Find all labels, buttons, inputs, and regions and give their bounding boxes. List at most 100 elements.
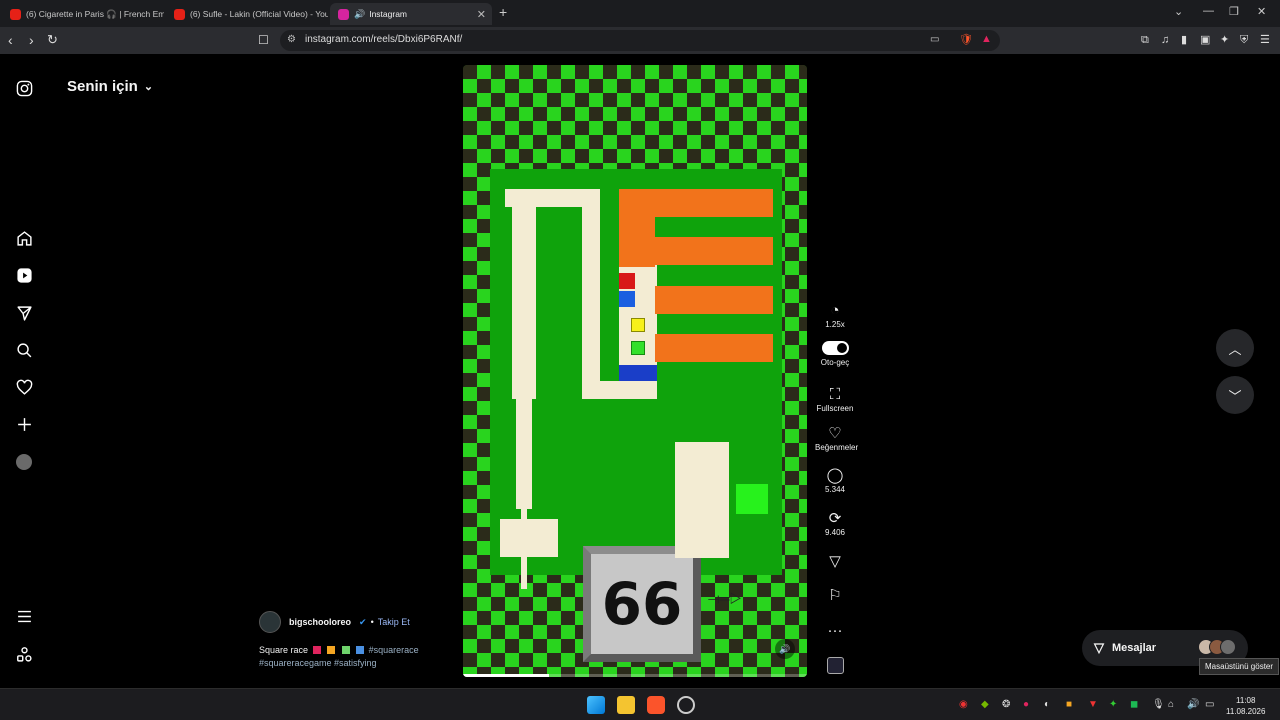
- youtube-icon: [10, 8, 21, 20]
- likes-label: Beğenmeler: [815, 443, 859, 452]
- url-field[interactable]: ⚙ instagram.com/reels/Dbxi6P6RANf/ ▭ 🛡 ▲: [280, 30, 1000, 51]
- cast-icon[interactable]: ▭: [930, 34, 939, 45]
- comment-button[interactable]: ◯ 5.344: [815, 467, 855, 494]
- follow-button[interactable]: Takip Et: [378, 617, 410, 627]
- next-reel-button[interactable]: ﹀: [1216, 376, 1254, 414]
- tab-title: Instagram: [369, 9, 408, 19]
- clock-date: 11.08.2026: [1226, 707, 1266, 716]
- network-icon[interactable]: ⌂: [1168, 699, 1174, 711]
- volume-icon[interactable]: 🔊: [1187, 699, 1199, 711]
- direct-messages-icon[interactable]: [14, 303, 34, 323]
- music-icon[interactable]: ♫: [1161, 33, 1169, 47]
- more-menu-icon[interactable]: [14, 606, 34, 626]
- close-window-icon[interactable]: ✕: [1257, 5, 1266, 18]
- bookmark-icon[interactable]: ☐: [258, 32, 269, 48]
- blue-finish-bar: [619, 365, 657, 381]
- create-plus-icon[interactable]: [14, 414, 34, 434]
- tray-app-icon[interactable]: ▼: [1088, 699, 1098, 711]
- tab-sufle-lakin[interactable]: (6) Sufle - Lakin (Official Video) - You: [166, 3, 328, 25]
- feed-selector[interactable]: Senin için ⌄: [67, 78, 153, 95]
- tray-app-icon[interactable]: ●: [1023, 699, 1029, 711]
- brave-rewards-icon[interactable]: ▲: [981, 33, 992, 45]
- post-caption: Square race #squarerace #squareracegame …: [259, 644, 459, 670]
- fullscreen-label: Fullscreen: [816, 404, 854, 413]
- tray-app-icon[interactable]: ◉: [959, 699, 968, 711]
- instagram-logo-icon[interactable]: [14, 78, 34, 98]
- maximize-icon[interactable]: ❐: [1229, 5, 1239, 18]
- orange-square-emoji: [327, 646, 336, 654]
- author-avatar[interactable]: [259, 611, 281, 633]
- brave-browser-icon[interactable]: [647, 696, 665, 714]
- forward-icon[interactable]: ›: [29, 32, 34, 48]
- battery-icon[interactable]: ▭: [1205, 699, 1214, 711]
- fullscreen-button[interactable]: ⛶ Fullscreen: [815, 386, 855, 413]
- previous-reel-button[interactable]: ︿: [1216, 329, 1254, 367]
- minimize-icon[interactable]: —: [1203, 5, 1214, 17]
- yellow-square: [631, 318, 645, 332]
- site-info-icon[interactable]: ⚙: [287, 34, 296, 45]
- vpn-icon[interactable]: ⛨: [1240, 33, 1248, 47]
- notifications-heart-icon[interactable]: [14, 377, 34, 397]
- hashtag-link[interactable]: #squarerace: [369, 645, 419, 655]
- file-explorer-icon[interactable]: [617, 696, 635, 714]
- search-icon[interactable]: [14, 340, 34, 360]
- autoplay-toggle[interactable]: Oto-geç: [815, 341, 855, 367]
- video-progress-fill: [463, 674, 549, 677]
- microphone-icon[interactable]: 🎙: [1152, 699, 1165, 711]
- sidebar-toggle-icon[interactable]: ▮: [1181, 33, 1187, 47]
- tab-list-chevron-icon[interactable]: ⌄: [1174, 5, 1183, 18]
- reel-video[interactable]: 66 ⟞═▷ 🔊: [463, 65, 807, 677]
- hashtag-links[interactable]: #squareracegame #satisfying: [259, 658, 377, 668]
- reels-icon[interactable]: [14, 265, 34, 285]
- home-icon[interactable]: [14, 228, 34, 248]
- audio-thumbnail-image: [826, 657, 844, 674]
- profile-avatar[interactable]: [14, 452, 34, 472]
- like-button[interactable]: ♡ Beğenmeler: [815, 425, 859, 452]
- instagram-page: Senin için ⌄ 66 ⟞═▷ 🔊 ◔ 1.25x Oto-geç ⛶ …: [0, 54, 1280, 688]
- audio-thumbnail[interactable]: [815, 657, 855, 674]
- video-progress-bar[interactable]: [463, 674, 807, 677]
- tray-app-icon[interactable]: ◐: [1044, 699, 1050, 711]
- save-button[interactable]: ⚐: [815, 587, 855, 605]
- bright-green-square: [736, 484, 768, 514]
- tray-app-icon[interactable]: ■: [1066, 699, 1072, 711]
- track-segment: [582, 189, 600, 399]
- author-name[interactable]: bigschooloreo: [289, 617, 351, 627]
- more-options-button[interactable]: ···: [815, 622, 855, 640]
- wallet-icon[interactable]: ▣: [1200, 33, 1210, 47]
- volume-icon[interactable]: 🔊: [775, 639, 795, 659]
- tab-bar: (6) Cigarette in Paris 🎧 | French Emi (6…: [0, 0, 1280, 27]
- send-icon: ▽: [1094, 640, 1104, 655]
- share-button[interactable]: ▽: [815, 553, 855, 571]
- reload-icon[interactable]: ↻: [47, 32, 58, 48]
- speaker-icon: 🔊: [354, 8, 366, 19]
- playback-speed-button[interactable]: ◔ 1.25x: [815, 302, 855, 329]
- windows-start-icon[interactable]: [587, 696, 605, 714]
- verified-badge-icon: ✔: [359, 616, 367, 627]
- show-desktop-tooltip: Masaüstünü göster: [1199, 658, 1280, 675]
- system-clock[interactable]: 11:08 11.08.2026: [1226, 695, 1265, 717]
- caption-title: Square race: [259, 645, 309, 655]
- new-tab-button[interactable]: +: [499, 4, 507, 20]
- tab-instagram[interactable]: 🔊 Instagram ✕: [330, 3, 492, 25]
- brave-shield-icon[interactable]: 🛡: [959, 33, 973, 46]
- toggle-switch: [821, 341, 849, 355]
- tab-cigarette-in-paris[interactable]: (6) Cigarette in Paris 🎧 | French Emi: [2, 3, 164, 25]
- orange-bar: [655, 237, 773, 265]
- speedometer-icon: ◔: [830, 302, 840, 319]
- extensions-icon[interactable]: ⧉: [1141, 33, 1149, 47]
- back-icon[interactable]: ‹: [8, 32, 13, 48]
- also-from-meta-icon[interactable]: [14, 644, 34, 664]
- repost-button[interactable]: ⟳ 9.406: [815, 510, 855, 537]
- close-tab-icon[interactable]: ✕: [477, 8, 486, 21]
- leo-ai-icon[interactable]: ✦: [1220, 33, 1229, 47]
- nvidia-icon[interactable]: ◆: [981, 699, 989, 711]
- tray-app-icon[interactable]: ❂: [1002, 699, 1010, 711]
- send-icon: ▽: [829, 553, 841, 570]
- tray-app-icon[interactable]: ◼: [1130, 699, 1138, 711]
- comment-icon: ◯: [826, 467, 844, 484]
- app-icon[interactable]: [677, 696, 695, 714]
- menu-icon[interactable]: ☰: [1260, 33, 1270, 47]
- tray-app-icon[interactable]: ✦: [1109, 699, 1117, 711]
- red-square: [619, 273, 635, 289]
